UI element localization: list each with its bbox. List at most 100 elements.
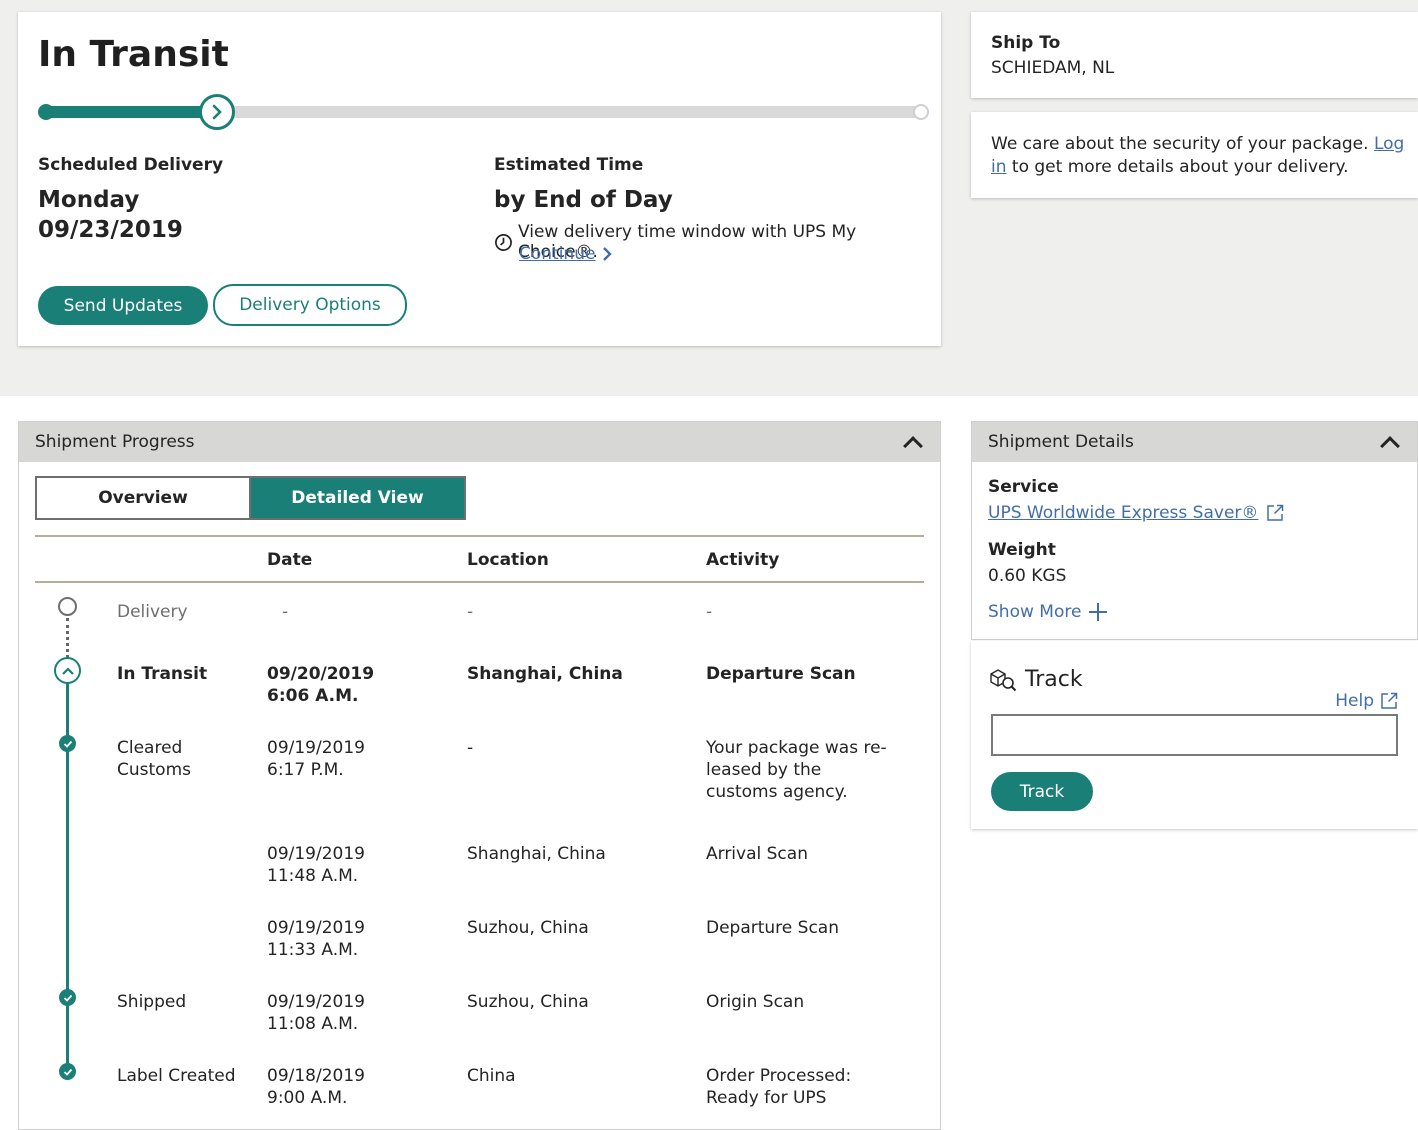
row-date: 09/19/2019 (267, 918, 365, 938)
row-time: 6:06 A.M. (267, 686, 359, 706)
estimated-time-value: by End of Day (494, 187, 673, 213)
external-link-icon (1267, 504, 1284, 521)
row-status: In Transit (117, 664, 208, 684)
progress-bar-fill (46, 106, 217, 118)
service-label: Service (988, 477, 1059, 497)
chevron-right-icon (603, 247, 613, 261)
security-notice: We care about the security of your packa… (991, 133, 1406, 179)
row-time: 11:33 A.M. (267, 940, 359, 960)
row-activity: Your package was re­leased by the custom… (706, 738, 887, 802)
progress-start-dot (38, 104, 54, 120)
security-text-after: to get more details about your delivery. (1011, 157, 1349, 177)
row-status: Cleared Customs (117, 738, 191, 780)
row-activity: Order Processed: Ready for UPS (706, 1066, 852, 1108)
check-icon (63, 994, 72, 1002)
weight-label: Weight (988, 540, 1056, 560)
scheduled-delivery-label: Scheduled Delivery (38, 155, 224, 175)
delivery-progress-bar (38, 94, 929, 130)
service-link-label[interactable]: UPS Worldwide Express Saver® (988, 503, 1258, 523)
package-search-icon (990, 668, 1017, 691)
help-link[interactable]: Help (1335, 691, 1398, 711)
external-link-icon (1381, 692, 1398, 709)
chevron-up-icon[interactable] (1380, 436, 1400, 456)
help-link-label[interactable]: Help (1335, 691, 1374, 711)
shipment-progress-header[interactable]: Shipment Progress (19, 422, 940, 462)
shipment-details-header[interactable]: Shipment Details (972, 422, 1417, 462)
shipment-progress-panel: Shipment Progress Overview Detailed View… (18, 421, 941, 1130)
status-title: In Transit (38, 34, 229, 75)
row-date-time: 09/19/2019 11:08 A.M. (267, 991, 457, 1035)
security-text-before: We care about the security of your packa… (991, 134, 1369, 154)
row-location: Shanghai, China (467, 844, 606, 864)
chevron-right-icon (212, 104, 222, 120)
tracking-number-input[interactable] (991, 714, 1398, 756)
delivery-options-button[interactable]: Delivery Options (213, 284, 407, 326)
scheduled-delivery-day: Monday (38, 187, 140, 213)
progress-table-header: Date Location Activity (35, 535, 924, 583)
row-date-time: 09/19/2019 11:33 A.M. (267, 917, 457, 961)
continue-link-label[interactable]: Continue (519, 244, 595, 264)
chevron-up-icon (61, 666, 74, 675)
view-toggle: Overview Detailed View (35, 476, 466, 520)
progress-end-dot (913, 104, 929, 120)
row-location: - (467, 602, 474, 622)
timeline-node-pending (58, 597, 77, 616)
tab-detailed-view[interactable]: Detailed View (251, 478, 464, 518)
column-header-date: Date (267, 550, 313, 570)
shipment-progress-title: Shipment Progress (35, 432, 195, 452)
shipment-details-title: Shipment Details (988, 432, 1134, 452)
weight-value: 0.60 KGS (988, 566, 1067, 586)
track-card: Track Help Track (971, 641, 1418, 829)
track-button[interactable]: Track (991, 772, 1093, 811)
row-status: Shipped (117, 992, 187, 1012)
track-title: Track (989, 667, 1083, 692)
show-more-label[interactable]: Show More (988, 602, 1081, 622)
ship-to-label: Ship To (991, 33, 1061, 53)
row-date: 09/18/2019 (267, 1066, 365, 1086)
timeline-node-current (54, 657, 81, 684)
row-date: 09/19/2019 (267, 738, 365, 758)
scheduled-delivery-date: 09/23/2019 (38, 217, 183, 243)
row-location: Suzhou, China (467, 992, 589, 1012)
track-title-label: Track (1025, 667, 1083, 692)
row-date: 09/20/2019 (267, 664, 375, 684)
row-date: 09/19/2019 (267, 844, 365, 864)
row-location: - (467, 738, 474, 758)
row-status: Label Created (117, 1066, 236, 1086)
ship-to-value: SCHIEDAM, NL (991, 58, 1115, 78)
clock-icon (495, 233, 512, 251)
row-time: 9:00 A.M. (267, 1088, 348, 1108)
row-time: 6:17 P.M. (267, 760, 344, 780)
service-link[interactable]: UPS Worldwide Express Saver® (988, 503, 1284, 523)
show-more-link[interactable]: Show More (988, 602, 1108, 622)
row-date-time: 09/19/2019 11:48 A.M. (267, 843, 457, 887)
continue-link[interactable]: Continue (519, 244, 613, 264)
ship-to-card: Ship To SCHIEDAM, NL (971, 12, 1418, 98)
row-activity: Departure Scan (706, 664, 856, 684)
row-activity: Arrival Scan (706, 844, 808, 864)
timeline-node-complete (59, 989, 76, 1006)
row-location: China (467, 1066, 516, 1086)
tab-overview[interactable]: Overview (37, 478, 251, 518)
security-notice-card: We care about the security of your packa… (971, 112, 1418, 198)
row-time: 11:48 A.M. (267, 866, 359, 886)
status-card: In Transit Scheduled Delivery Monday 09/… (18, 12, 941, 346)
row-activity: Departure Scan (706, 918, 839, 938)
row-location: Shanghai, China (467, 664, 623, 684)
check-icon (63, 1068, 72, 1076)
progress-current-marker (199, 94, 235, 130)
row-location: Suzhou, China (467, 918, 589, 938)
chevron-up-icon[interactable] (903, 436, 923, 456)
column-header-activity: Activity (706, 550, 780, 570)
timeline-pending-line (66, 618, 69, 658)
row-date: 09/19/2019 (267, 992, 365, 1012)
row-date-time: 09/19/2019 6:17 P.M. (267, 737, 457, 781)
estimated-time-label: Estimated Time (494, 155, 644, 175)
row-date: - (282, 602, 289, 622)
row-date-time: 09/20/2019 6:06 A.M. (267, 663, 457, 707)
column-header-location: Location (467, 550, 549, 570)
row-activity: - (706, 602, 713, 622)
timeline-node-complete (59, 1063, 76, 1080)
row-status: Delivery (117, 602, 188, 622)
send-updates-button[interactable]: Send Updates (38, 286, 208, 325)
